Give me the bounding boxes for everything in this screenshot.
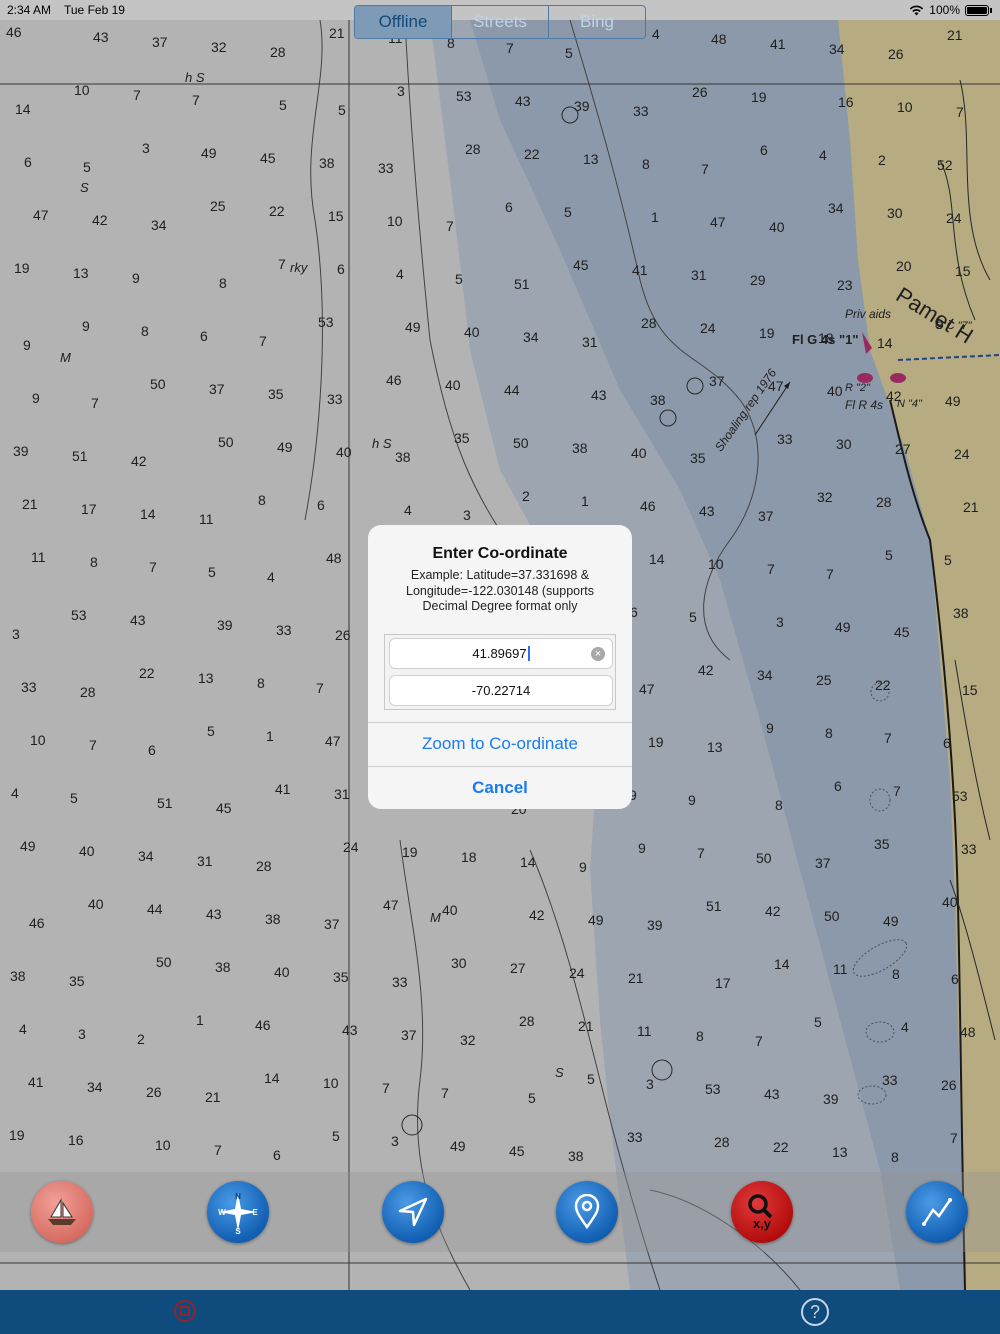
map-source-segmented-control: Offline Streets Bing	[354, 5, 646, 39]
latitude-field[interactable]: 41.89697 ×	[389, 638, 613, 669]
text-cursor	[527, 646, 530, 661]
navigate-button[interactable]	[382, 1181, 444, 1243]
battery-percent: 100%	[929, 3, 960, 17]
zoom-to-coordinate-button[interactable]: Zoom to Co-ordinate	[368, 722, 632, 765]
wifi-icon	[910, 5, 924, 15]
navigate-arrow-icon	[398, 1197, 428, 1227]
svg-text:N: N	[235, 1192, 241, 1201]
route-icon	[922, 1198, 952, 1226]
dialog-title: Enter Co-ordinate	[432, 545, 568, 562]
svg-text:S: S	[235, 1227, 241, 1235]
svg-text:W: W	[218, 1208, 226, 1217]
help-button[interactable]: ?	[801, 1298, 829, 1326]
longitude-value: -70.22714	[471, 683, 531, 698]
status-time: 2:34 AM	[7, 3, 52, 17]
route-button[interactable]	[906, 1181, 968, 1243]
bottom-bar	[0, 1290, 1000, 1334]
status-right: 100%	[909, 3, 992, 17]
longitude-field[interactable]: -70.22714	[389, 675, 613, 706]
battery-nub	[990, 7, 992, 13]
xy-label: x,y	[752, 1216, 772, 1231]
record-icon[interactable]	[174, 1300, 196, 1322]
boat-icon	[48, 1198, 76, 1225]
compass-icon: N W E S	[218, 1192, 258, 1235]
cancel-button[interactable]: Cancel	[368, 766, 632, 809]
xy-search-button[interactable]: x,y	[731, 1181, 793, 1243]
compass-button[interactable]: N W E S	[207, 1181, 269, 1243]
map-pin-icon	[574, 1194, 600, 1230]
tab-bing[interactable]: Bing	[549, 6, 645, 38]
battery-icon	[965, 4, 989, 16]
enter-coordinate-dialog: Enter Co-ordinate Example: Latitude=37.3…	[368, 525, 632, 809]
map-pin-button[interactable]	[556, 1181, 618, 1243]
latitude-value: 41.89697	[472, 646, 527, 661]
tab-offline[interactable]: Offline	[355, 6, 452, 38]
map-toolbar: N W E S x,y	[0, 1172, 1000, 1252]
svg-text:E: E	[252, 1208, 258, 1217]
status-date: Tue Feb 19	[64, 3, 125, 17]
tab-streets[interactable]: Streets	[452, 6, 549, 38]
boat-button[interactable]	[31, 1181, 93, 1243]
clear-field-icon[interactable]: ×	[591, 647, 605, 661]
dialog-message: Example: Latitude=37.331698 & Longitude=…	[406, 568, 594, 613]
coordinate-fields: 41.89697 × -70.22714	[384, 634, 616, 710]
